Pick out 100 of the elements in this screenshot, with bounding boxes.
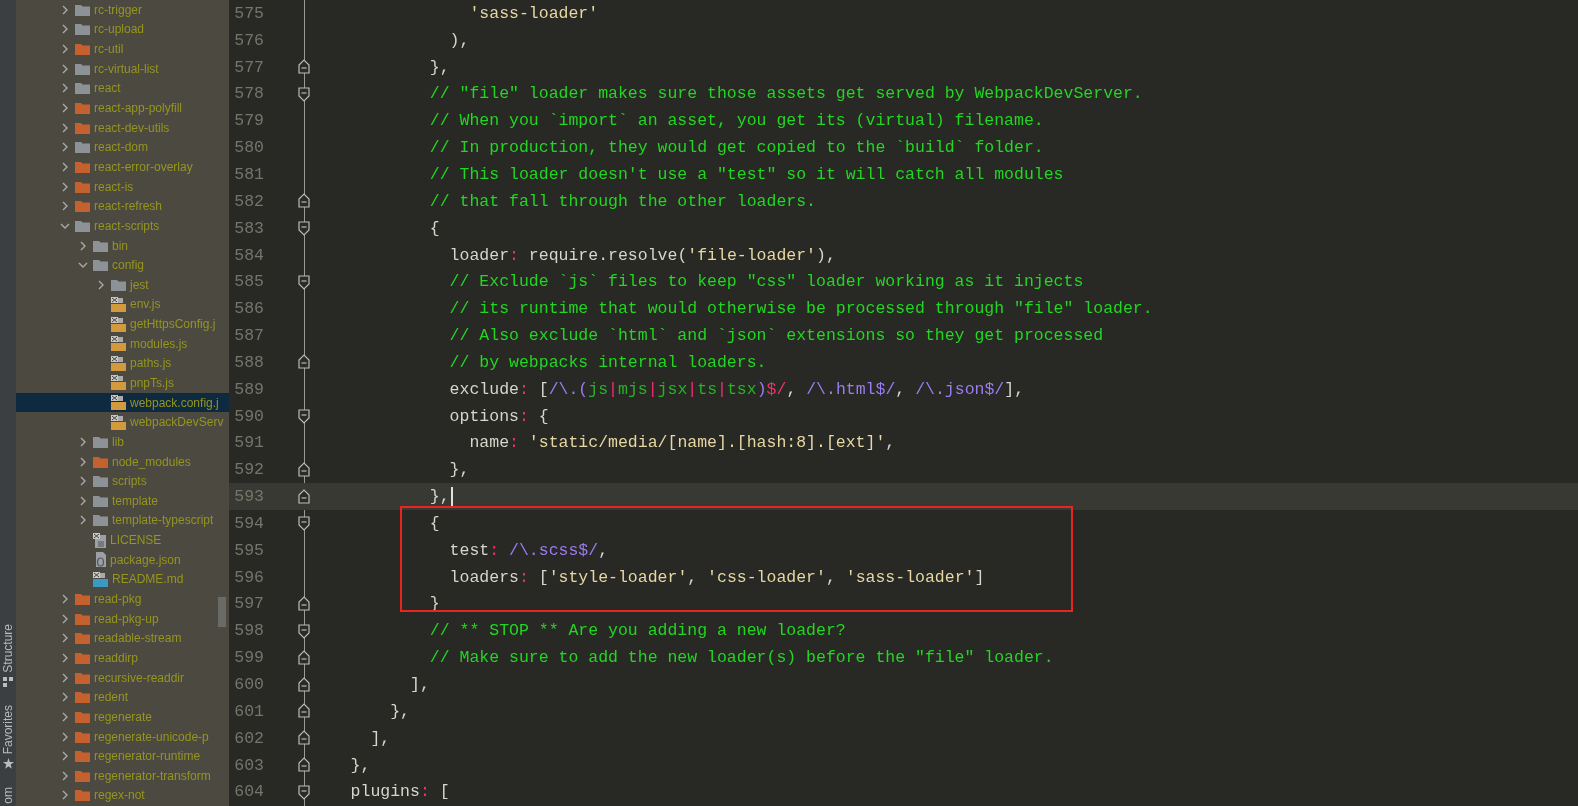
chevron-right-icon[interactable] [60,201,70,212]
fold-marker-icon[interactable] [298,461,310,478]
tree-item[interactable]: react-dom [16,137,229,158]
tree-item[interactable]: regex-not [16,785,229,806]
chevron-right-icon[interactable] [60,751,70,762]
chevron-right-icon[interactable] [78,456,88,467]
fold-marker-icon[interactable] [298,622,310,639]
tree-item[interactable]: pnpTs.js [16,373,229,393]
fold-marker-icon[interactable] [298,783,310,800]
tree-item[interactable]: bin [16,235,229,256]
tree-item[interactable]: regenerate [16,707,229,727]
fold-marker-icon[interactable] [298,273,310,290]
tree-item[interactable]: react-dev-utils [16,117,229,138]
chevron-right-icon[interactable] [60,770,70,781]
tree-item[interactable]: read-pkg-up [16,608,229,629]
tree-item[interactable]: template-typescript [16,510,229,531]
tree-item[interactable]: rc-util [16,39,229,59]
line-number: 584 [233,245,264,265]
line-number: 580 [233,138,264,158]
chevron-right-icon[interactable] [60,672,70,683]
chevron-right-icon[interactable] [60,142,70,153]
fold-marker-icon[interactable] [298,85,310,102]
fold-marker-icon[interactable] [298,649,310,666]
tree-item[interactable]: react [16,78,229,99]
tree-item[interactable]: readdirp [16,648,229,668]
chevron-right-icon[interactable] [78,240,88,251]
tool-window-tab[interactable]: Favorites [1,704,15,770]
tree-item[interactable]: LICENSE [16,530,229,550]
tree-item[interactable]: modules.js [16,333,229,354]
fold-marker-icon[interactable] [298,354,310,371]
tree-item[interactable]: regenerate-unicode-p [16,726,229,747]
chevron-right-icon[interactable] [60,122,70,133]
chevron-right-icon[interactable] [60,633,70,644]
chevron-right-icon[interactable] [60,44,70,55]
tree-item[interactable]: jest [16,274,229,295]
fold-marker-icon[interactable] [298,515,310,532]
fold-marker-icon[interactable] [298,596,310,612]
chevron-right-icon[interactable] [60,4,70,15]
chevron-right-icon[interactable] [60,613,70,624]
line-number: 576 [233,30,264,50]
chevron-right-icon[interactable] [96,279,106,290]
tree-item[interactable]: rc-upload [16,19,229,40]
tree-item[interactable]: recursive-readdir [16,667,229,688]
chevron-right-icon[interactable] [60,790,70,801]
tree-item[interactable]: regenerator-transform [16,766,229,786]
chevron-right-icon[interactable] [60,83,70,94]
js-file-icon [111,395,126,411]
scrollbar-thumb[interactable] [218,597,226,627]
tool-window-tab[interactable]: om [1,787,15,804]
tree-item[interactable]: react-is [16,176,229,197]
chevron-right-icon[interactable] [60,24,70,35]
chevron-right-icon[interactable] [60,63,70,74]
tree-item[interactable]: node_modules [16,451,229,472]
fold-marker-icon[interactable] [298,220,310,237]
tree-item[interactable]: rc-trigger [16,0,229,20]
tree-item[interactable]: react-refresh [16,196,229,217]
tree-item[interactable]: read-pkg [16,589,229,609]
chevron-right-icon[interactable] [78,476,88,487]
tool-window-tab[interactable]: Structure [1,624,15,687]
chevron-right-icon[interactable] [60,652,70,663]
tree-item[interactable]: regenerator-runtime [16,746,229,766]
tree-item[interactable]: scripts [16,471,229,491]
chevron-right-icon[interactable] [60,711,70,722]
chevron-right-icon[interactable] [60,161,70,172]
fold-marker-icon[interactable] [298,703,310,720]
fold-marker-icon[interactable] [298,676,310,693]
tree-item[interactable]: template [16,491,229,511]
chevron-right-icon[interactable] [78,436,88,447]
code-line: // Exclude `js` files to keep "css" loader working as it injects [448,272,1084,292]
chevron-right-icon[interactable] [60,731,70,742]
tree-item[interactable]: README.md [16,569,229,590]
tree-item[interactable]: react-scripts [16,216,229,236]
chevron-right-icon[interactable] [60,181,70,192]
tree-item[interactable]: react-error-overlay [16,157,229,177]
line-number: 581 [233,165,264,184]
chevron-right-icon[interactable] [78,515,88,526]
tree-item[interactable]: webpackDevServ [16,412,229,433]
chevron-right-icon[interactable] [60,594,70,605]
tree-item[interactable]: react-app-polyfill [16,98,229,118]
tree-item[interactable]: env.js [16,294,229,315]
fold-marker-icon[interactable] [298,757,310,774]
line-number: 600 [233,675,264,694]
tree-item[interactable]: webpack.config.j [16,392,229,413]
chevron-right-icon[interactable] [78,495,88,506]
code-line: test: /\.scss$/, [448,540,609,560]
tree-item[interactable]: getHttpsConfig.j [16,314,229,334]
tree-item[interactable]: rc-virtual-list [16,58,229,79]
fold-marker-icon[interactable] [298,488,310,505]
tree-item[interactable]: lib [16,432,229,452]
tree-item[interactable]: package.json [16,549,229,570]
tree-item[interactable]: paths.js [16,353,229,374]
fold-marker-icon[interactable] [298,730,310,747]
fold-marker-icon[interactable] [298,193,310,210]
tree-item[interactable]: readable-stream [16,628,229,649]
tree-item[interactable]: redent [16,687,229,708]
tree-item[interactable]: config [16,255,229,275]
fold-marker-icon[interactable] [298,408,310,425]
chevron-right-icon[interactable] [60,692,70,703]
chevron-right-icon[interactable] [60,103,70,113]
fold-marker-icon[interactable] [298,59,310,76]
